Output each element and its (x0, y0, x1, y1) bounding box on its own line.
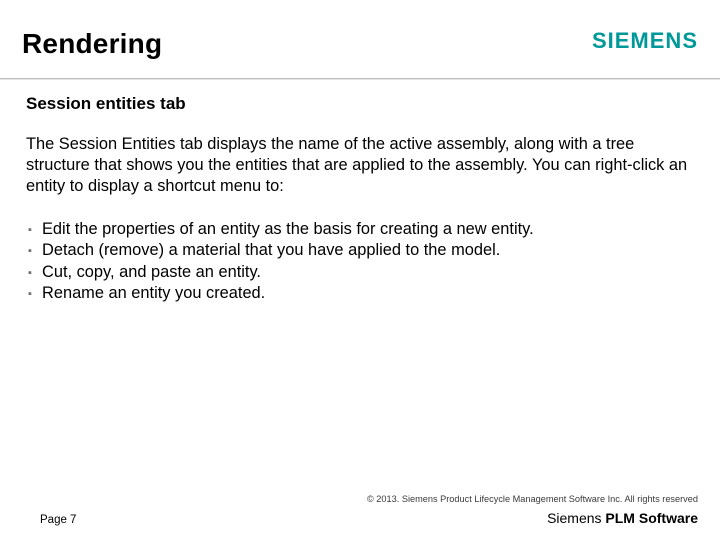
list-item: Edit the properties of an entity as the … (28, 219, 694, 240)
bullet-list: Edit the properties of an entity as the … (26, 219, 694, 304)
page-title: Rendering (22, 28, 162, 60)
brand-logo: SIEMENS (592, 28, 698, 54)
list-item: Detach (remove) a material that you have… (28, 240, 694, 261)
intro-paragraph: The Session Entities tab displays the na… (26, 134, 694, 197)
product-name: Siemens PLM Software (547, 510, 698, 526)
footer: © 2013. Siemens Product Lifecycle Manage… (0, 494, 720, 526)
page-number: Page 7 (40, 514, 76, 526)
copyright-text: © 2013. Siemens Product Lifecycle Manage… (40, 494, 698, 504)
product-bold: PLM Software (605, 510, 698, 526)
body: Session entities tab The Session Entitie… (0, 80, 720, 540)
header: Rendering SIEMENS (0, 18, 720, 78)
list-item: Rename an entity you created. (28, 283, 694, 304)
slide: Rendering SIEMENS Session entities tab T… (0, 0, 720, 540)
footer-row: Page 7 Siemens PLM Software (40, 510, 698, 526)
list-item: Cut, copy, and paste an entity. (28, 262, 694, 283)
top-spacer (0, 0, 720, 18)
product-prefix: Siemens (547, 510, 605, 526)
section-subhead: Session entities tab (26, 94, 694, 114)
